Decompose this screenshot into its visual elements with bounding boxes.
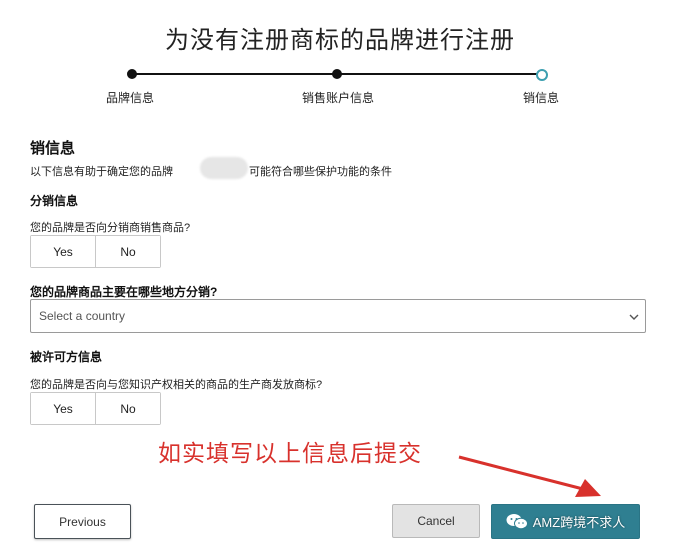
licensee-question: 您的品牌是否向与您知识产权相关的商品的生产商发放商标? — [30, 379, 323, 391]
distribution-heading: 分销信息 — [30, 194, 79, 208]
step-dot-1 — [127, 69, 137, 79]
previous-button[interactable]: Previous — [34, 504, 131, 539]
section-title: 销信息 — [30, 140, 76, 157]
distribution-location-label: 您的品牌商品主要在哪些地方分销? — [30, 285, 218, 299]
country-select-placeholder: Select a country — [39, 309, 126, 323]
step-label-2: 销售账户信息 — [302, 91, 375, 105]
annotation-text: 如实填写以上信息后提交 — [158, 440, 422, 466]
watermark-text: AMZ跨境不求人 — [532, 515, 626, 530]
distribution-yes-no-toggle: Yes No — [30, 235, 161, 268]
watermark: AMZ跨境不求人 — [506, 512, 625, 531]
annotation-arrow-icon — [458, 455, 601, 497]
distribution-no-button[interactable]: No — [95, 236, 160, 267]
step-dot-2 — [332, 69, 342, 79]
country-select[interactable]: Select a country — [30, 299, 646, 333]
description-part-1: 以下信息有助于确定您的品牌 — [30, 166, 173, 178]
page-title: 为没有注册商标的品牌进行注册 — [165, 27, 515, 54]
description-part-2: 可能符合哪些保护功能的条件 — [249, 166, 392, 178]
licensee-no-button[interactable]: No — [95, 393, 160, 424]
next-button[interactable]: AMZ跨境不求人 — [491, 504, 640, 539]
redacted-brand-name — [200, 157, 248, 179]
distribution-yes-button[interactable]: Yes — [31, 236, 95, 267]
licensee-yes-button[interactable]: Yes — [31, 393, 95, 424]
step-label-1: 品牌信息 — [106, 91, 155, 105]
wechat-icon — [506, 514, 528, 530]
distribution-question: 您的品牌是否向分销商销售商品? — [30, 222, 191, 234]
licensee-heading: 被许可方信息 — [30, 350, 103, 364]
section-description: 以下信息有助于确定您的品牌 — [30, 163, 173, 179]
licensee-yes-no-toggle: Yes No — [30, 392, 161, 425]
chevron-down-icon — [623, 309, 645, 323]
step-dot-3-current — [536, 69, 548, 81]
cancel-button[interactable]: Cancel — [392, 504, 480, 538]
step-label-3: 销信息 — [523, 91, 560, 105]
